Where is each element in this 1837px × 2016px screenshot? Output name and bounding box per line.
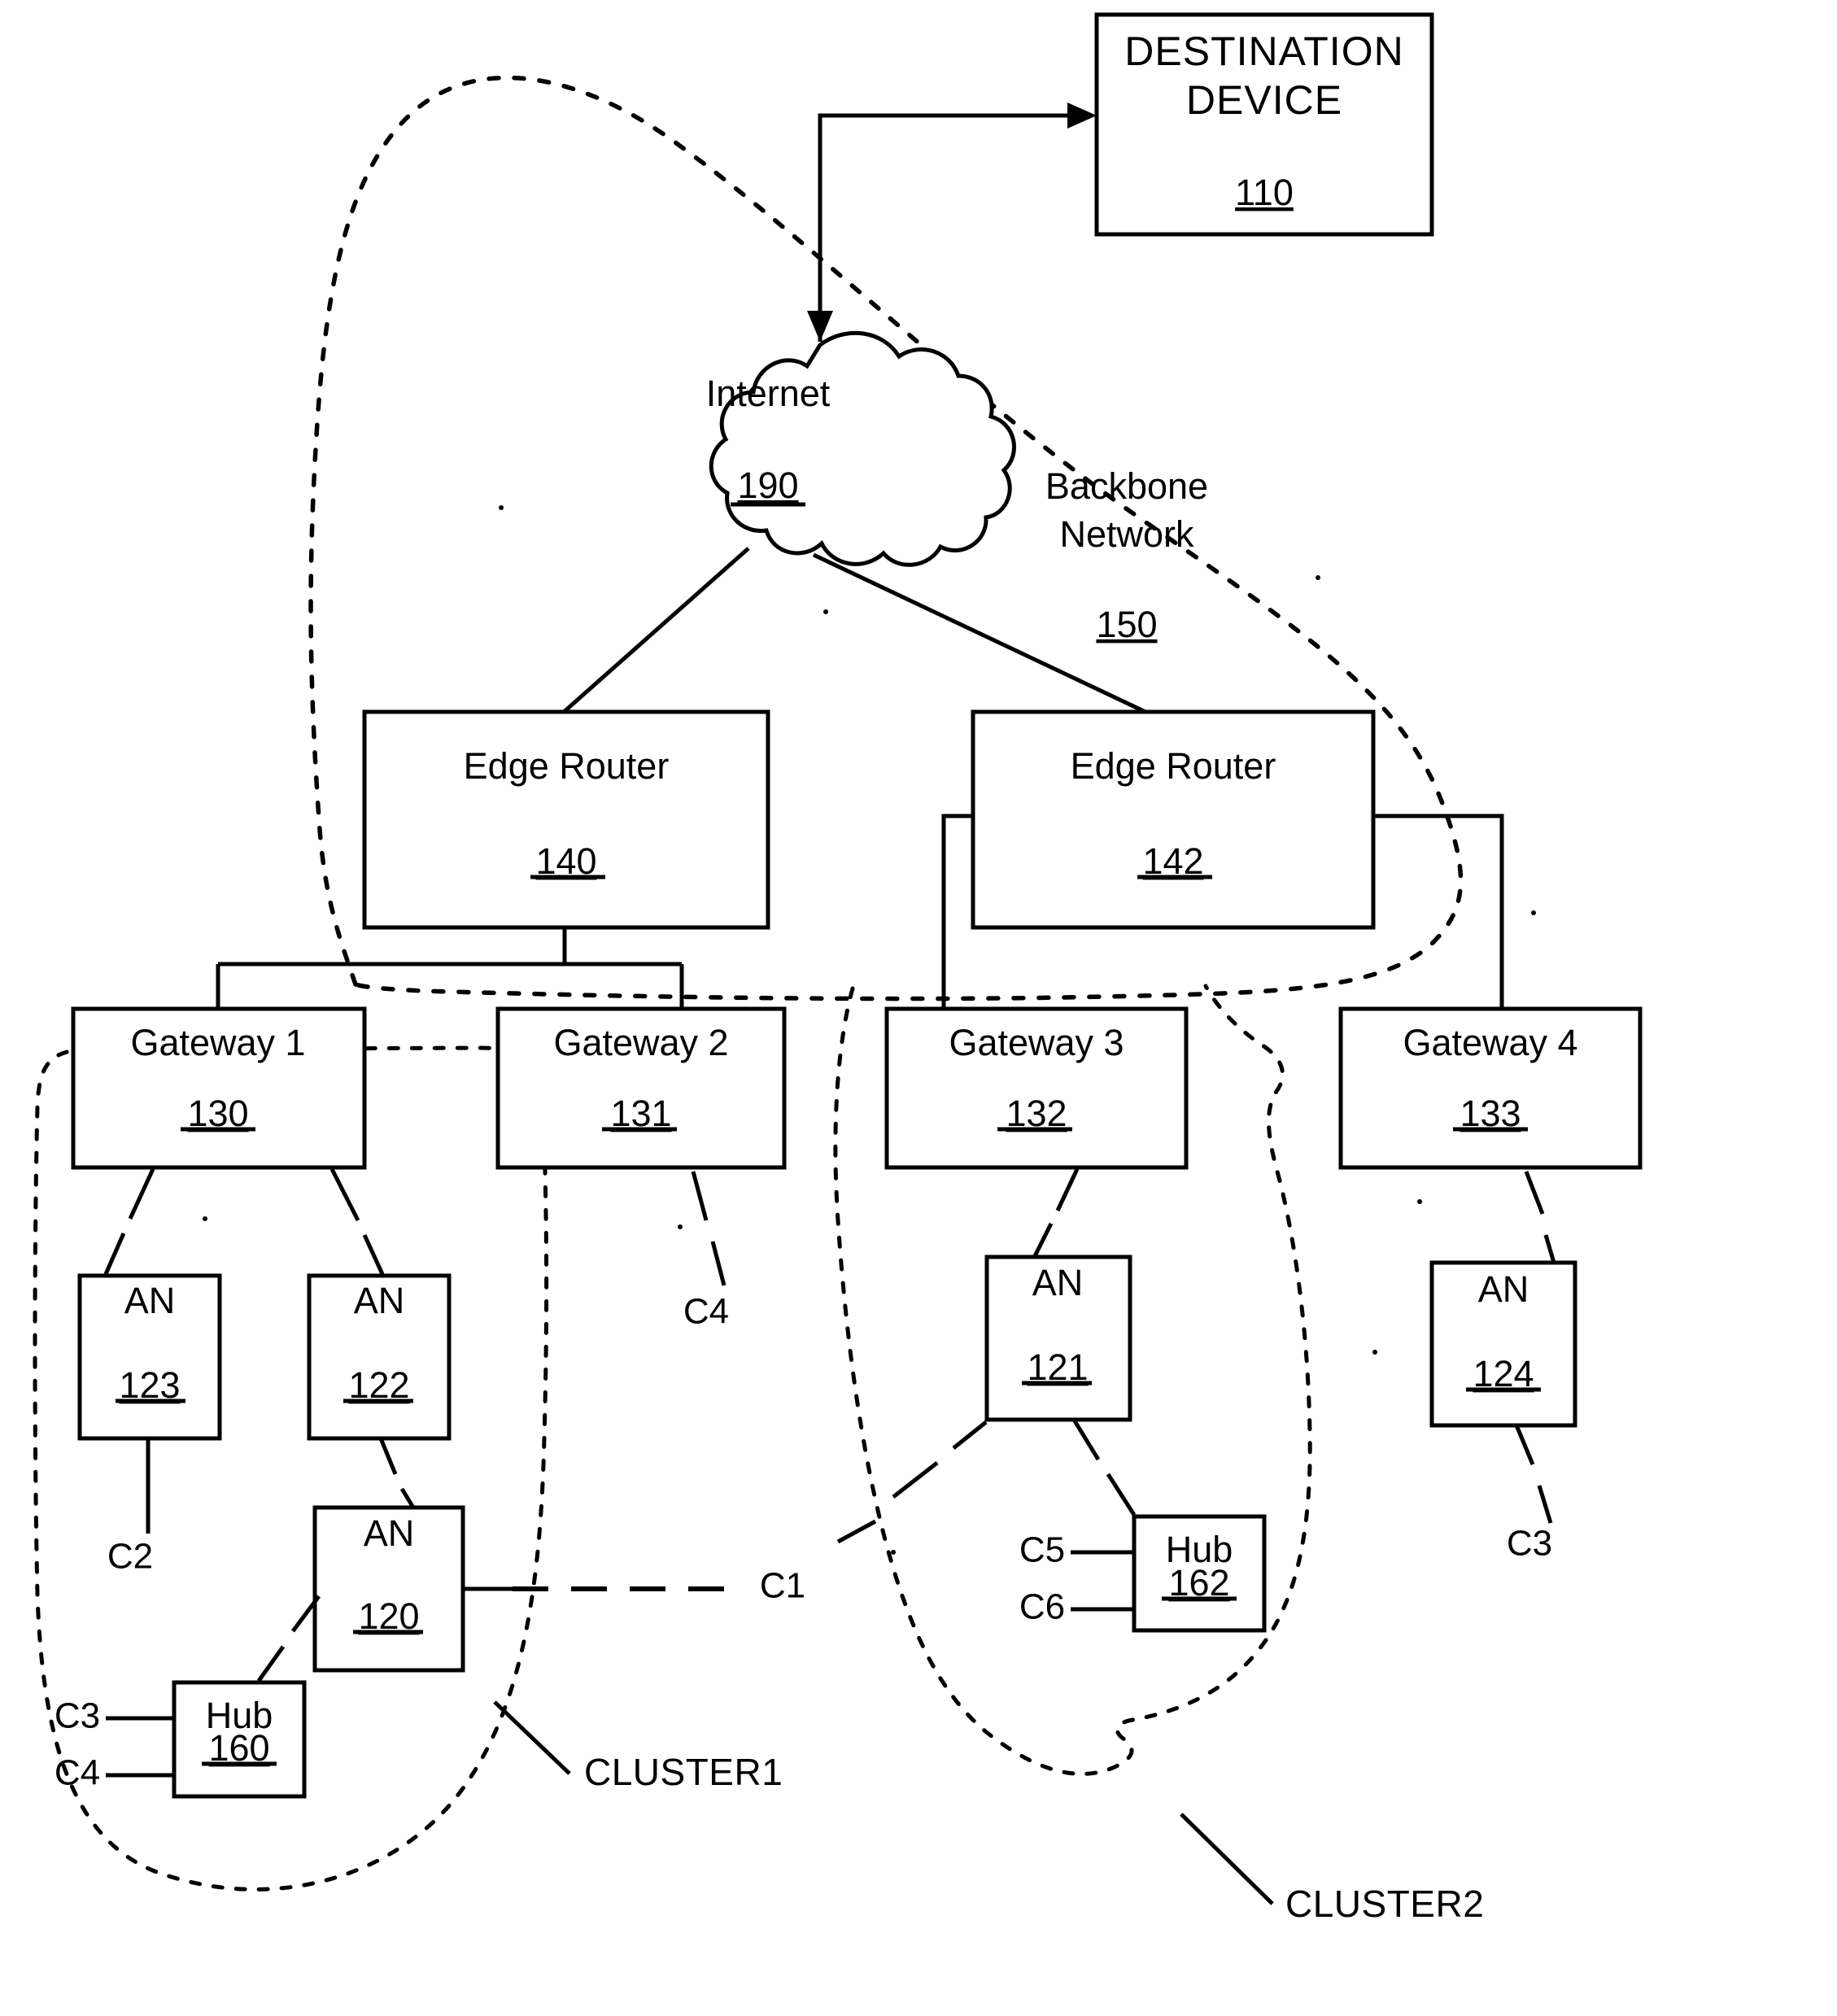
access-node-124-label: AN xyxy=(1478,1268,1529,1310)
edge-router-140-ref: 140 xyxy=(535,840,596,882)
internet-cloud xyxy=(709,330,1017,567)
backbone-network-label-line2: Network xyxy=(1059,513,1194,555)
gateway-3-label: Gateway 3 xyxy=(949,1022,1124,1063)
gateway-2-to-c4-link-b xyxy=(710,1241,727,1286)
edge-router-142-label: Edge Router xyxy=(1071,745,1276,787)
an-124-to-c3-link xyxy=(1514,1425,1535,1465)
access-node-122-label: AN xyxy=(354,1280,405,1321)
artifact-speck xyxy=(678,1224,683,1229)
edge-router-140-label: Edge Router xyxy=(464,745,670,787)
destination-device-title-line2: DEVICE xyxy=(1186,77,1342,123)
artifact-speck xyxy=(203,1216,207,1221)
diagram-canvas: DESTINATION DEVICE 110 Internet 190 Back… xyxy=(33,12,1643,1925)
client-c3-an124-label: C3 xyxy=(1507,1524,1552,1564)
gateway-2-to-c4-link xyxy=(691,1171,709,1221)
access-node-123-label: AN xyxy=(124,1280,176,1321)
gateway-3-to-an-121-link xyxy=(1055,1167,1080,1212)
gateway-4-ref: 133 xyxy=(1460,1093,1521,1134)
edge-router-142-box xyxy=(971,709,1376,930)
edge-router-142-ref: 142 xyxy=(1142,840,1203,882)
client-c1-label: C1 xyxy=(760,1566,805,1606)
internet-label: Internet xyxy=(706,373,831,414)
edge-router-142-right-drop xyxy=(1373,814,1504,1009)
artifact-speck xyxy=(1417,1199,1422,1204)
network-diagram: DESTINATION DEVICE 110 Internet 190 Back… xyxy=(0,0,1837,2016)
client-c2-label: C2 xyxy=(107,1537,153,1577)
client-c4-hub160-label: C4 xyxy=(55,1753,100,1793)
gateway-1-label: Gateway 1 xyxy=(130,1022,305,1063)
artifact-speck xyxy=(823,609,828,614)
client-c4-gateway2-label: C4 xyxy=(683,1292,729,1332)
artifact-speck xyxy=(499,505,504,510)
cluster1-leader-line xyxy=(493,1700,571,1775)
gateway-4-to-an-124-link-b xyxy=(1543,1234,1556,1263)
an-121-to-hub-162-link xyxy=(1071,1418,1101,1461)
edge-router-142-left-drop xyxy=(941,814,973,1009)
gateway-1-to-an-123-link xyxy=(128,1167,155,1220)
artifact-speck xyxy=(1372,1350,1377,1355)
arrowhead-to-destination xyxy=(1067,103,1097,129)
artifact-speck xyxy=(1531,910,1536,915)
access-node-120-label: AN xyxy=(364,1512,415,1554)
destination-device-title-line1: DESTINATION xyxy=(1124,28,1403,74)
client-c6-label: C6 xyxy=(1019,1587,1065,1627)
gateway-3-to-an-121-link-b xyxy=(1032,1222,1054,1258)
gateway-2-ref: 131 xyxy=(610,1093,671,1134)
gateway-1-to-an-122-link-b xyxy=(362,1233,385,1276)
access-node-122-ref: 122 xyxy=(348,1364,409,1406)
gateway-1-to-an-122-link xyxy=(329,1167,360,1222)
gateway-1-ref: 130 xyxy=(187,1093,248,1134)
an-121-to-hub-162-link-b xyxy=(1106,1473,1137,1516)
an-122-to-an-120-link xyxy=(378,1438,398,1475)
access-node-121-ref: 121 xyxy=(1027,1346,1088,1388)
gateway-1-to-an-123-link-b xyxy=(103,1232,126,1276)
gateway-3-ref: 132 xyxy=(1006,1093,1067,1134)
an-121-to-c1-link xyxy=(952,1420,988,1450)
gateway-4-to-an-124-link xyxy=(1524,1171,1545,1215)
gateway-2-label: Gateway 2 xyxy=(553,1022,728,1063)
an-124-to-c3-link-b xyxy=(1537,1485,1553,1524)
edge-router-140-box xyxy=(362,709,770,930)
cluster2-label: CLUSTER2 xyxy=(1285,1883,1484,1925)
internet-to-edge-router-140-link xyxy=(561,547,750,714)
hub-160-ref: 160 xyxy=(208,1727,269,1769)
access-node-124-ref: 124 xyxy=(1473,1353,1534,1394)
an-121-to-c1-link-c xyxy=(836,1519,877,1544)
destination-to-internet-connector xyxy=(818,113,1082,342)
cluster2-leader-line xyxy=(1180,1813,1274,1905)
artifact-speck xyxy=(891,1550,896,1555)
access-node-121-label: AN xyxy=(1032,1262,1084,1303)
destination-device-ref: 110 xyxy=(1235,172,1294,213)
client-c3-hub160-label: C3 xyxy=(55,1696,100,1736)
hub-162-ref: 162 xyxy=(1168,1562,1229,1604)
client-c5-label: C5 xyxy=(1019,1530,1065,1570)
internet-ref: 190 xyxy=(737,465,798,506)
an-122-to-an-120-link-b xyxy=(399,1487,416,1509)
access-node-123-ref: 123 xyxy=(119,1364,180,1406)
an-121-to-c1-link-b xyxy=(892,1461,939,1499)
gateway-4-label: Gateway 4 xyxy=(1403,1022,1577,1063)
backbone-network-label-line1: Backbone xyxy=(1045,465,1208,507)
access-node-120-ref: 120 xyxy=(358,1595,419,1637)
backbone-network-ref: 150 xyxy=(1096,604,1157,645)
cluster1-label: CLUSTER1 xyxy=(584,1751,783,1793)
an-120-to-hub-160-link-b xyxy=(256,1645,286,1682)
artifact-speck xyxy=(1316,575,1320,580)
